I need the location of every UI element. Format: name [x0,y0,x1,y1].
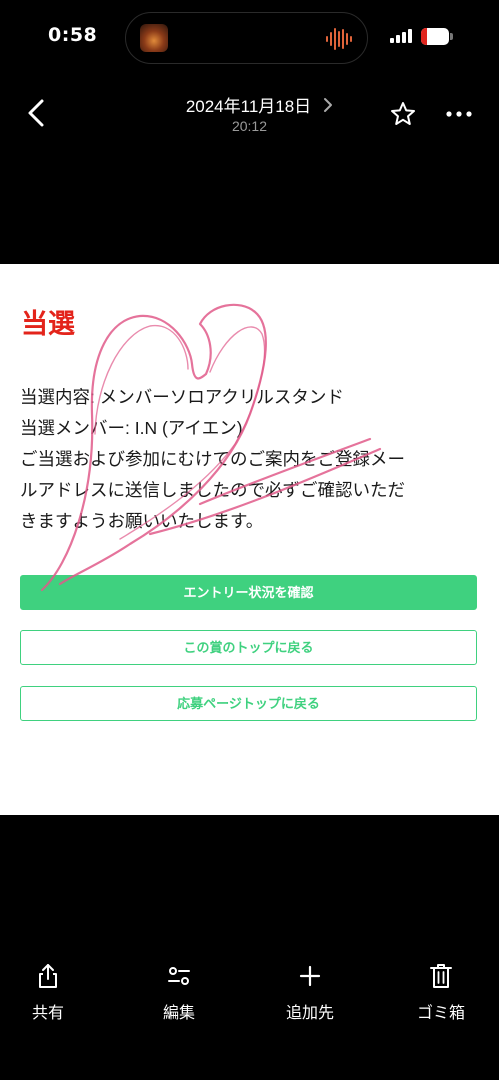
chevron-right-icon [324,97,333,112]
date-title-text: 2024年11月18日 [185,97,312,116]
add-to-button[interactable]: 追加先 [270,962,350,1023]
battery-level: 20 [426,29,444,43]
bottom-toolbar: 共有 編集 追加先 ゴミ箱 [0,950,499,1040]
win-details: 当選内容: メンバーソロアクリルスタンド 当選メンバー: I.N (アイエン) … [20,382,480,537]
back-to-award-button: この賞のトップに戻る [20,630,477,665]
share-button[interactable]: 共有 [8,962,88,1023]
edit-button[interactable]: 編集 [139,962,219,1023]
album-art-icon [140,24,168,52]
detail-line: きますようお願いいたします。 [20,511,264,531]
trash-button[interactable]: ゴミ箱 [401,962,481,1023]
detail-line: ご当選および参加にむけてのご案内をご登録メー [20,449,405,469]
check-entry-button: エントリー状況を確認 [20,575,477,610]
detail-line: 当選メンバー: I.N (アイエン) [20,418,243,438]
photo-nav-bar: 2024年11月18日 20:12 [0,80,499,150]
photo-date-title[interactable]: 2024年11月18日 [0,92,499,117]
edit-label: 編集 [162,1005,195,1022]
share-label: 共有 [31,1005,64,1022]
edit-sliders-icon [168,967,190,985]
photo-viewer-image[interactable]: 当選 当選内容: メンバーソロアクリルスタンド 当選メンバー: I.N (アイエ… [0,264,499,815]
photo-time-subtitle: 20:12 [231,118,268,134]
win-heading: 当選 [21,309,75,339]
heart-doodle [40,303,382,592]
add-to-label: 追加先 [285,1005,334,1022]
trash-icon [430,964,452,988]
back-to-top-button: 応募ページトップに戻る [20,686,477,721]
status-time: 0:58 [48,24,98,46]
trash-label: ゴミ箱 [416,1005,465,1022]
more-icon[interactable] [445,110,473,118]
plus-icon [299,965,321,987]
share-icon [39,964,57,988]
detail-line: ルアドレスに送信しましたので必ずご確認いただ [20,480,405,500]
waveform-icon [326,28,352,50]
dynamic-island[interactable] [125,12,368,64]
star-icon[interactable] [389,100,417,128]
signal-icon [390,29,412,43]
detail-line: 当選内容: メンバーソロアクリルスタンド [20,387,344,407]
battery-icon: 20 [421,28,453,45]
status-bar: 0:58 20 [0,0,499,76]
